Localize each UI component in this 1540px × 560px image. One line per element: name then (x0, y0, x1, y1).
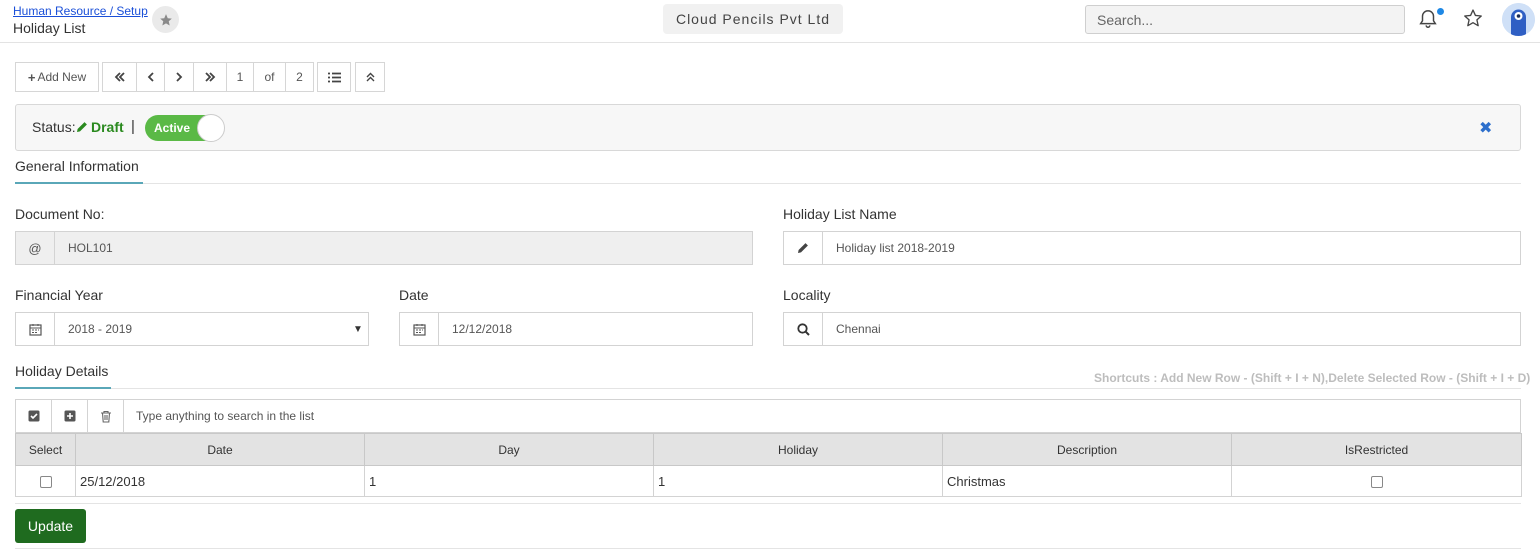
document-no-field: @ HOL101 (15, 231, 753, 265)
search-icon[interactable] (784, 313, 823, 345)
financial-year-label: Financial Year (15, 287, 103, 303)
row-date-cell[interactable]: 25/12/2018 (75, 465, 365, 497)
add-row-button[interactable] (52, 400, 88, 432)
pencil-icon (77, 122, 87, 132)
user-avatar-icon (1502, 3, 1535, 36)
plus-square-icon (64, 410, 75, 422)
section-divider (143, 183, 1521, 184)
table-header-row: Select Date Day Holiday Description IsRe… (15, 433, 1522, 466)
first-record-button[interactable] (102, 62, 137, 92)
shortcuts-hint: Shortcuts : Add New Row - (Shift + I + N… (1094, 371, 1531, 385)
update-button[interactable]: Update (15, 509, 86, 543)
next-record-button[interactable] (164, 62, 194, 92)
row-holiday-cell[interactable]: 1 (653, 465, 943, 497)
grid-search-input[interactable] (124, 400, 1520, 432)
double-chevron-right-icon (205, 72, 216, 82)
star-icon (159, 13, 172, 26)
financial-year-value: 2018 - 2019 (68, 322, 133, 336)
date-value[interactable]: 12/12/2018 (439, 313, 752, 345)
chevron-left-icon (147, 72, 154, 82)
favorite-button[interactable] (152, 6, 179, 33)
toggle-knob (197, 114, 225, 142)
divider (15, 503, 1521, 504)
double-chevron-up-icon (366, 72, 374, 82)
column-header-date[interactable]: Date (75, 433, 365, 466)
chevron-down-icon: ▼ (353, 323, 363, 335)
row-day-cell[interactable]: 1 (364, 465, 654, 497)
global-search-input[interactable] (1085, 5, 1405, 34)
page-title: Holiday List (13, 20, 86, 36)
column-header-day[interactable]: Day (364, 433, 654, 466)
plus-icon: + (27, 69, 36, 85)
last-record-button[interactable] (193, 62, 227, 92)
collapse-button[interactable] (355, 62, 385, 92)
locality-value[interactable]: Chennai (823, 313, 1520, 345)
status-label: Status: (32, 119, 76, 135)
at-icon: @ (16, 232, 55, 264)
active-toggle-label: Active (154, 121, 191, 135)
company-name: Cloud Pencils Pvt Ltd (663, 4, 843, 34)
status-bar: Status: Draft | Active ✖ (15, 104, 1521, 151)
holiday-details-table: Select Date Day Holiday Description IsRe… (15, 433, 1522, 497)
table-row[interactable]: 25/12/2018 1 1 Christmas (15, 465, 1522, 497)
list-icon (327, 72, 341, 82)
divider (15, 548, 1521, 549)
select-all-button[interactable] (16, 400, 52, 432)
holiday-list-name-label: Holiday List Name (783, 206, 897, 222)
calendar-icon (16, 313, 55, 345)
holiday-list-name-field[interactable]: Holiday list 2018-2019 (783, 231, 1521, 265)
previous-record-button[interactable] (136, 62, 165, 92)
section-underline (15, 182, 143, 184)
star-outline-icon[interactable] (1463, 8, 1483, 28)
locality-field[interactable]: Chennai (783, 312, 1521, 346)
notification-dot (1437, 8, 1444, 15)
list-view-button[interactable] (317, 62, 351, 92)
column-header-description[interactable]: Description (942, 433, 1232, 466)
document-no-label: Document No: (15, 206, 105, 222)
checkbox-checked-icon (28, 410, 39, 422)
double-chevron-left-icon (114, 72, 125, 82)
calendar-icon (400, 313, 439, 345)
avatar[interactable] (1502, 3, 1535, 36)
total-pages: 2 (285, 62, 314, 92)
top-header: Human Resource / Setup Holiday List Clou… (0, 0, 1540, 43)
column-header-isrestricted[interactable]: IsRestricted (1231, 433, 1522, 466)
date-label: Date (399, 287, 429, 303)
close-icon[interactable]: ✖ (1479, 118, 1492, 138)
isrestricted-checkbox[interactable] (1370, 476, 1383, 489)
holiday-list-name-value[interactable]: Holiday list 2018-2019 (823, 232, 1520, 264)
current-page-number: 1 (226, 62, 254, 92)
bell-icon[interactable] (1417, 8, 1439, 30)
date-field[interactable]: 12/12/2018 (399, 312, 753, 346)
row-isrestricted-cell[interactable] (1231, 465, 1522, 497)
delete-row-button[interactable] (88, 400, 124, 432)
add-new-label: Add New (37, 70, 87, 84)
status-value: Draft (76, 119, 124, 135)
breadcrumb[interactable]: Human Resource / Setup (13, 4, 148, 18)
section-holiday-details[interactable]: Holiday Details (15, 363, 108, 379)
chevron-right-icon (176, 72, 183, 82)
trash-icon (100, 410, 111, 423)
column-header-holiday[interactable]: Holiday (653, 433, 943, 466)
row-description-cell[interactable]: Christmas (942, 465, 1232, 497)
section-general-information[interactable]: General Information (15, 158, 139, 174)
add-new-button[interactable]: + Add New (15, 62, 99, 92)
page-of-label: of (253, 62, 286, 92)
section-divider (111, 388, 1521, 389)
document-no-value: HOL101 (68, 241, 113, 255)
financial-year-select[interactable]: 2018 - 2019 ▼ (15, 312, 369, 346)
active-toggle[interactable]: Active (145, 114, 225, 142)
row-select-checkbox[interactable] (39, 476, 52, 489)
pencil-icon (784, 232, 823, 264)
column-header-select[interactable]: Select (15, 433, 76, 466)
section-underline (15, 387, 111, 389)
locality-label: Locality (783, 287, 831, 303)
row-select-cell[interactable] (15, 465, 76, 497)
status-separator: | (131, 118, 135, 135)
grid-toolbar (15, 399, 1521, 433)
draft-text: Draft (91, 119, 124, 135)
